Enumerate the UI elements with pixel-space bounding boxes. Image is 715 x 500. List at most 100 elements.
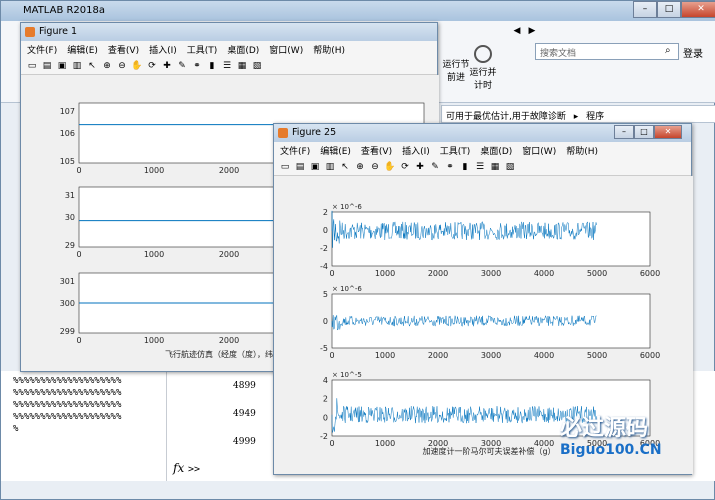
menu-item[interactable]: 工具(T) (440, 144, 471, 157)
minimize-button[interactable]: – (633, 1, 657, 18)
editor-text[interactable]: %%%%%%%%%%%%%%%%%%%% %%%%%%%%%%%%%%%%%%%… (1, 371, 166, 481)
x-tick-label: 4000 (534, 269, 554, 278)
print-icon[interactable]: ▥ (71, 60, 83, 72)
zoom-in-icon[interactable]: ⊕ (354, 161, 366, 173)
figure-1-titlebar: Figure 1 (21, 23, 437, 41)
y-tick-label: 2 (323, 208, 328, 217)
close-button[interactable]: ✕ (654, 125, 682, 139)
new-icon[interactable]: ▭ (26, 60, 38, 72)
search-icon[interactable]: ⌕ (665, 45, 677, 57)
x-tick-label: 0 (76, 166, 81, 175)
menu-item[interactable]: 工具(T) (187, 43, 218, 56)
x-tick-label: 0 (329, 439, 334, 448)
quick-access-toolbar: ◀ ▶ (511, 25, 538, 37)
x-tick-label: 1000 (375, 351, 395, 360)
stopwatch-icon (474, 45, 492, 63)
menu-item[interactable]: 桌面(D) (480, 144, 512, 157)
maximize-button[interactable]: □ (657, 1, 681, 18)
figure-25-menubar: 文件(F) 编辑(E) 查看(V) 插入(I) 工具(T) 桌面(D) 窗口(W) 帮助(H) (274, 142, 691, 158)
brush-icon[interactable]: ✎ (176, 60, 188, 72)
colorbar-icon[interactable]: ▮ (459, 161, 471, 173)
zoom-out-icon[interactable]: ⊖ (116, 60, 128, 72)
y-tick-label: 106 (60, 129, 75, 138)
grid-icon[interactable]: ▦ (489, 161, 501, 173)
menu-item[interactable]: 文件(F) (280, 144, 310, 157)
data-cursor-icon[interactable]: ✚ (414, 161, 426, 173)
open-icon[interactable]: ▤ (41, 60, 53, 72)
address-part[interactable]: 可用于最优估计,用于故障诊断 (446, 112, 566, 122)
menu-item[interactable]: 插入(I) (149, 43, 177, 56)
minimize-button[interactable]: – (614, 125, 634, 139)
menu-item[interactable]: 窗口(W) (269, 43, 303, 56)
menu-item[interactable]: 文件(F) (27, 43, 57, 56)
cmd-output-line: 4999 (233, 437, 256, 447)
search-input[interactable]: 搜索文档 (535, 43, 679, 60)
maximize-button[interactable]: □ (634, 125, 654, 139)
figure-caption: 加速度计一阶马尔可夫误差补偿（g） (422, 446, 555, 456)
legend-icon[interactable]: ☰ (474, 161, 486, 173)
pointer-icon[interactable]: ↖ (339, 161, 351, 173)
layout-icon[interactable]: ▧ (504, 161, 516, 173)
arrow-back-icon[interactable]: ◀ (511, 25, 523, 37)
rotate-icon[interactable]: ⟳ (146, 60, 158, 72)
menu-item[interactable]: 帮助(H) (566, 144, 598, 157)
menu-item[interactable]: 编辑(E) (67, 43, 98, 56)
y-tick-label: 30 (65, 213, 75, 222)
zoom-out-icon[interactable]: ⊖ (369, 161, 381, 173)
menu-item[interactable]: 窗口(W) (522, 144, 556, 157)
pan-icon[interactable]: ✋ (131, 60, 143, 72)
layout-icon[interactable]: ▧ (251, 60, 263, 72)
print-icon[interactable]: ▥ (324, 161, 336, 173)
x-tick-label: 2000 (219, 250, 239, 259)
exponent-label: × 10^-6 (332, 203, 362, 211)
y-tick-label: 0 (323, 317, 328, 326)
x-tick-label: 1000 (144, 336, 164, 345)
x-tick-label: 6000 (640, 351, 660, 360)
cmd-output-line: 4949 (233, 409, 256, 419)
pointer-icon[interactable]: ↖ (86, 60, 98, 72)
y-tick-label: 107 (60, 107, 75, 116)
x-tick-label: 3000 (481, 269, 501, 278)
save-icon[interactable]: ▣ (56, 60, 68, 72)
x-tick-label: 2000 (428, 269, 448, 278)
login-button[interactable]: 登录 (683, 45, 703, 60)
zoom-in-icon[interactable]: ⊕ (101, 60, 113, 72)
menu-item[interactable]: 编辑(E) (320, 144, 351, 157)
address-bar[interactable]: 可用于最优估计,用于故障诊断 ▸ 程序 (441, 105, 715, 123)
save-icon[interactable]: ▣ (309, 161, 321, 173)
open-icon[interactable]: ▤ (294, 161, 306, 173)
y-tick-label: 31 (65, 191, 75, 200)
pan-icon[interactable]: ✋ (384, 161, 396, 173)
x-tick-label: 5000 (587, 269, 607, 278)
y-tick-label: -2 (320, 432, 328, 441)
y-tick-label: -5 (320, 344, 328, 353)
link-icon[interactable]: ⚭ (444, 161, 456, 173)
menu-item[interactable]: 帮助(H) (313, 43, 345, 56)
menu-item[interactable]: 查看(V) (361, 144, 392, 157)
menu-item[interactable]: 插入(I) (402, 144, 430, 157)
x-tick-label: 1000 (144, 166, 164, 175)
main-window-buttons: – □ ✕ (633, 1, 715, 18)
figure-1-title: Figure 1 (39, 26, 78, 37)
figure-icon (278, 128, 288, 138)
menu-item[interactable]: 查看(V) (108, 43, 139, 56)
rotate-icon[interactable]: ⟳ (399, 161, 411, 173)
main-titlebar: MATLAB R2018a – □ ✕ (1, 1, 715, 21)
legend-icon[interactable]: ☰ (221, 60, 233, 72)
function-icon[interactable]: fx >> (173, 461, 200, 475)
data-cursor-icon[interactable]: ✚ (161, 60, 173, 72)
y-tick-label: 301 (60, 277, 75, 286)
grid-icon[interactable]: ▦ (236, 60, 248, 72)
x-tick-label: 0 (76, 336, 81, 345)
axes-box (331, 211, 651, 267)
colorbar-icon[interactable]: ▮ (206, 60, 218, 72)
brush-icon[interactable]: ✎ (429, 161, 441, 173)
close-button[interactable]: ✕ (681, 1, 715, 18)
new-icon[interactable]: ▭ (279, 161, 291, 173)
run-and-time-button[interactable]: 运行并 计时 (466, 45, 500, 91)
figure-1-toolbar: ▭ ▤ ▣ ▥ ↖ ⊕ ⊖ ✋ ⟳ ✚ ✎ ⚭ ▮ ☰ ▦ ▧ (21, 57, 437, 75)
address-part[interactable]: 程序 (586, 112, 604, 122)
arrow-forward-icon[interactable]: ▶ (526, 25, 538, 37)
link-icon[interactable]: ⚭ (191, 60, 203, 72)
menu-item[interactable]: 桌面(D) (227, 43, 259, 56)
